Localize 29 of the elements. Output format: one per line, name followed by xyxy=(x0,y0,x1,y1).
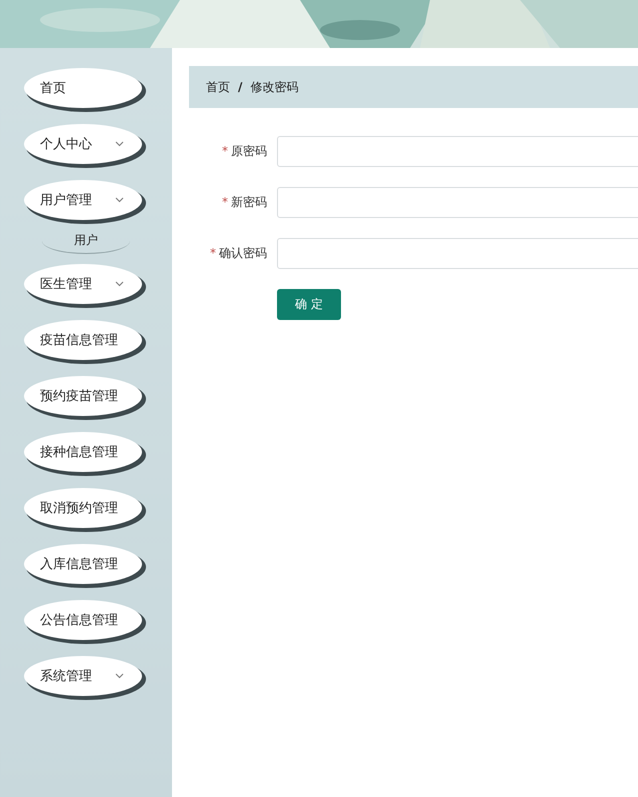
required-mark: * xyxy=(222,195,228,209)
password-field[interactable] xyxy=(277,136,638,167)
sidebar-item[interactable]: 入库信息管理 xyxy=(24,544,142,584)
sidebar-item[interactable]: 疫苗信息管理 xyxy=(24,320,142,360)
password-field[interactable] xyxy=(277,187,638,218)
chevron-down-icon xyxy=(115,281,124,287)
sidebar-item[interactable]: 系统管理 xyxy=(24,656,142,696)
required-mark: * xyxy=(222,144,228,158)
breadcrumb-link[interactable]: 修改密码 xyxy=(250,78,298,96)
field-label: * 新密码 xyxy=(221,194,267,211)
sidebar-item[interactable]: 用户管理 xyxy=(24,180,142,220)
field-label: * 原密码 xyxy=(221,143,267,160)
sidebar-item[interactable]: 公告信息管理 xyxy=(24,600,142,640)
sidebar-item[interactable]: 接种信息管理 xyxy=(24,432,142,472)
chevron-down-icon xyxy=(115,673,124,679)
required-mark: * xyxy=(210,246,216,260)
sidebar-item[interactable]: 首页 xyxy=(24,68,142,108)
submenu-item[interactable]: 用户 xyxy=(42,228,130,254)
chevron-down-icon xyxy=(115,141,124,147)
breadcrumb-separator: / xyxy=(238,80,242,94)
sidebar-item[interactable]: 预约疫苗管理 xyxy=(24,376,142,416)
password-field[interactable] xyxy=(277,238,638,269)
field-label: * 确认密码 xyxy=(209,245,267,262)
sidebar-item[interactable]: 医生管理 xyxy=(24,264,142,304)
confirm-button[interactable]: 确 定 xyxy=(277,289,341,320)
chevron-down-icon xyxy=(115,197,124,203)
breadcrumb-link[interactable]: 首页 xyxy=(206,78,230,96)
sidebar-item[interactable]: 取消预约管理 xyxy=(24,488,142,528)
sidebar-item[interactable]: 个人中心 xyxy=(24,124,142,164)
